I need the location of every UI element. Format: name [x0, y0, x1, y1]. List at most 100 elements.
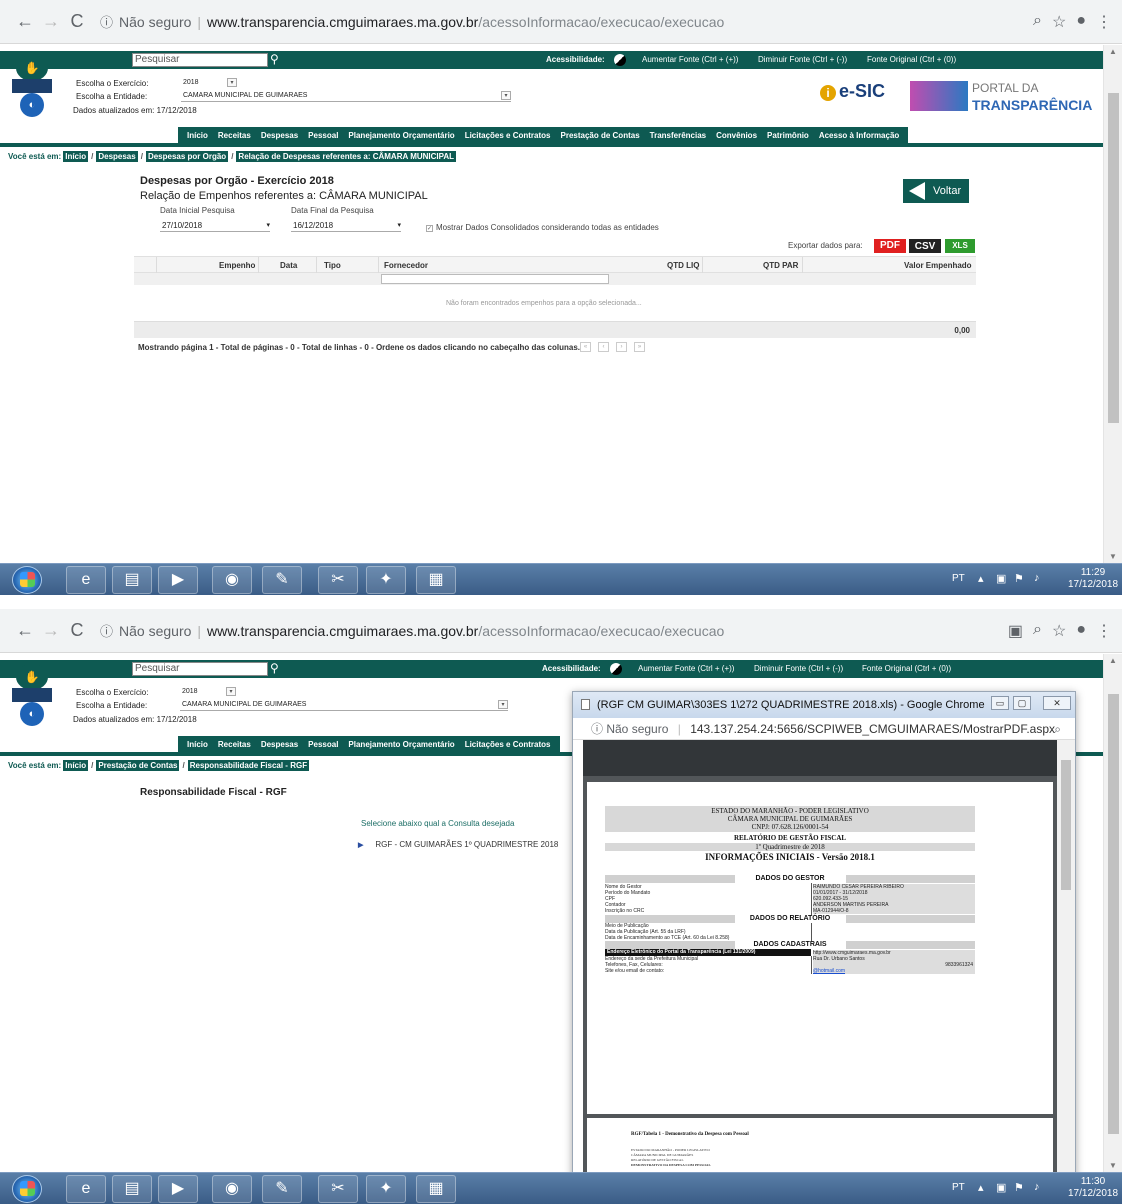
- show-hidden-icon[interactable]: ▴: [978, 572, 984, 585]
- breadcrumb-item[interactable]: Início: [63, 760, 89, 771]
- media-icon[interactable]: ▶: [158, 566, 198, 594]
- popup-address-bar[interactable]: ⓘ Não seguro | 143.137.254.24:5656/SCPIW…: [573, 718, 1075, 740]
- clock[interactable]: 11:29 17/12/2018: [1068, 567, 1118, 591]
- app-icon[interactable]: ✦: [366, 566, 406, 594]
- rgf-link[interactable]: ▶ RGF - CM GUIMARÃES 1º QUADRIMESTRE 2018: [358, 840, 558, 849]
- export-pdf-button[interactable]: PDF: [874, 239, 906, 253]
- menu-item-receitas[interactable]: Receitas: [218, 131, 251, 140]
- start-button[interactable]: [12, 1175, 42, 1203]
- tool-icon[interactable]: ✂: [318, 1175, 358, 1203]
- back-icon[interactable]: ←: [12, 11, 38, 32]
- info-icon[interactable]: ⓘ: [100, 12, 113, 31]
- breadcrumb-item[interactable]: Responsabilidade Fiscal - RGF: [187, 760, 310, 771]
- language-indicator[interactable]: PT: [952, 573, 965, 584]
- chevron-down-icon[interactable]: ▾: [226, 687, 236, 696]
- col-tipo[interactable]: Tipo: [324, 261, 341, 270]
- menu-item-convenios[interactable]: Convênios: [716, 131, 757, 140]
- chevron-down-icon[interactable]: ▾: [227, 78, 237, 87]
- col-empenho[interactable]: Empenho: [219, 261, 255, 270]
- last-page-icon[interactable]: »: [634, 342, 645, 352]
- network-icon[interactable]: ▣: [996, 1181, 1006, 1194]
- decrease-font-link[interactable]: Diminuir Fonte (Ctrl + (-)): [758, 55, 847, 64]
- accessibility-icon[interactable]: ◐: [20, 702, 44, 726]
- tool-icon[interactable]: ✂: [318, 566, 358, 594]
- ie-icon[interactable]: e: [66, 1175, 106, 1203]
- page-scrollbar[interactable]: ▲ ▼: [1103, 45, 1122, 563]
- maximize-button[interactable]: ▢: [1013, 696, 1031, 710]
- profile-icon[interactable]: ●: [1076, 621, 1086, 641]
- menu-item-planejamento[interactable]: Planejamento Orçamentário: [348, 131, 454, 140]
- address-bar[interactable]: ⓘ Não seguro | www.transparencia.cmguima…: [94, 7, 1033, 37]
- consolidated-checkbox[interactable]: ✓ Mostrar Dados Consolidados considerando…: [426, 223, 659, 232]
- esic-logo[interactable]: i e-SIC: [820, 81, 885, 102]
- search-icon[interactable]: ⚲: [270, 661, 279, 675]
- ie-icon[interactable]: e: [66, 566, 106, 594]
- start-date-input[interactable]: 27/10/2018 ▾: [160, 221, 270, 232]
- exercise-select[interactable]: 2018 ▾: [181, 78, 237, 89]
- menu-item-acesso[interactable]: Acesso à Informação: [819, 131, 899, 140]
- chevron-down-icon[interactable]: ▾: [397, 221, 401, 229]
- app-icon[interactable]: ✦: [366, 1175, 406, 1203]
- sign-language-icon[interactable]: ✋: [16, 55, 48, 81]
- original-font-link[interactable]: Fonte Original (Ctrl + (0)): [862, 664, 951, 673]
- minimize-button[interactable]: ▭: [991, 696, 1009, 710]
- back-icon[interactable]: ←: [12, 620, 38, 641]
- popup-titlebar[interactable]: (RGF CM GUIMAR\303ES 1\272 QUADRIMESTRE …: [573, 692, 1075, 718]
- breadcrumb-item[interactable]: Início: [63, 151, 89, 162]
- menu-item-patrimonio[interactable]: Patrimônio: [767, 131, 809, 140]
- export-csv-button[interactable]: CSV: [909, 239, 941, 253]
- start-button[interactable]: [12, 566, 42, 594]
- popup-blocked-icon[interactable]: ▣: [1008, 621, 1023, 641]
- zoom-icon[interactable]: ⌕: [1033, 621, 1042, 641]
- chevron-down-icon[interactable]: ▾: [498, 700, 508, 709]
- show-hidden-icon[interactable]: ▴: [978, 1181, 984, 1194]
- close-button[interactable]: ✕: [1043, 696, 1071, 710]
- checkbox-icon[interactable]: ✓: [426, 225, 433, 232]
- menu-item-despesas[interactable]: Despesas: [261, 740, 298, 749]
- search-input[interactable]: Pesquisar: [132, 53, 268, 67]
- menu-icon[interactable]: ⋮: [1096, 12, 1112, 32]
- info-icon[interactable]: ⓘ: [591, 722, 606, 736]
- chrome-icon[interactable]: ◉: [212, 1175, 252, 1203]
- menu-item-inicio[interactable]: Início: [187, 740, 208, 749]
- col-qtd-liq[interactable]: QTD LIQ: [667, 261, 699, 270]
- star-icon[interactable]: ☆: [1052, 12, 1066, 32]
- popup-scrollbar[interactable]: [1057, 740, 1075, 1172]
- contrast-icon[interactable]: [610, 663, 622, 675]
- exercise-select[interactable]: 2018 ▾: [180, 687, 236, 698]
- next-page-icon[interactable]: ›: [616, 342, 627, 352]
- flag-icon[interactable]: ⚑: [1014, 1181, 1024, 1194]
- menu-item-planejamento[interactable]: Planejamento Orçamentário: [348, 740, 454, 749]
- col-fornecedor[interactable]: Fornecedor: [384, 261, 428, 270]
- volume-icon[interactable]: ♪: [1034, 572, 1040, 584]
- menu-icon[interactable]: ⋮: [1096, 621, 1112, 641]
- breadcrumb-item[interactable]: Prestação de Contas: [96, 760, 180, 771]
- increase-font-link[interactable]: Aumentar Fonte (Ctrl + (+)): [638, 664, 734, 673]
- reload-icon[interactable]: C: [64, 11, 90, 32]
- page-scrollbar[interactable]: ▲ ▼: [1103, 654, 1122, 1172]
- info-icon[interactable]: ⓘ: [100, 621, 113, 640]
- paint-icon[interactable]: ✎: [262, 1175, 302, 1203]
- menu-item-receitas[interactable]: Receitas: [218, 740, 251, 749]
- flag-icon[interactable]: ⚑: [1014, 572, 1024, 585]
- chevron-down-icon[interactable]: ▾: [266, 221, 270, 229]
- zoom-icon[interactable]: ⌕: [1054, 718, 1061, 740]
- entity-select[interactable]: CAMARA MUNICIPAL DE GUIMARAES ▾: [181, 91, 511, 102]
- spreadsheet-icon[interactable]: ▦: [416, 566, 456, 594]
- spreadsheet-icon[interactable]: ▦: [416, 1175, 456, 1203]
- popup-window[interactable]: (RGF CM GUIMAR\303ES 1\272 QUADRIMESTRE …: [572, 691, 1076, 1172]
- contrast-icon[interactable]: [614, 54, 626, 66]
- address-bar[interactable]: ⓘ Não seguro | www.transparencia.cmguima…: [94, 616, 1008, 646]
- media-icon[interactable]: ▶: [158, 1175, 198, 1203]
- zoom-icon[interactable]: ⌕: [1033, 12, 1042, 32]
- sign-language-icon[interactable]: ✋: [16, 664, 48, 690]
- decrease-font-link[interactable]: Diminuir Fonte (Ctrl + (-)): [754, 664, 843, 673]
- entity-select[interactable]: CAMARA MUNICIPAL DE GUIMARAES ▾: [180, 700, 508, 711]
- folder-icon[interactable]: ▤: [112, 1175, 152, 1203]
- menu-item-pessoal[interactable]: Pessoal: [308, 131, 338, 140]
- paint-icon[interactable]: ✎: [262, 566, 302, 594]
- clock[interactable]: 11:30 17/12/2018: [1068, 1176, 1118, 1200]
- fornecedor-filter-input[interactable]: [381, 274, 609, 284]
- menu-item-transferencias[interactable]: Transferências: [650, 131, 706, 140]
- increase-font-link[interactable]: Aumentar Fonte (Ctrl + (+)): [642, 55, 738, 64]
